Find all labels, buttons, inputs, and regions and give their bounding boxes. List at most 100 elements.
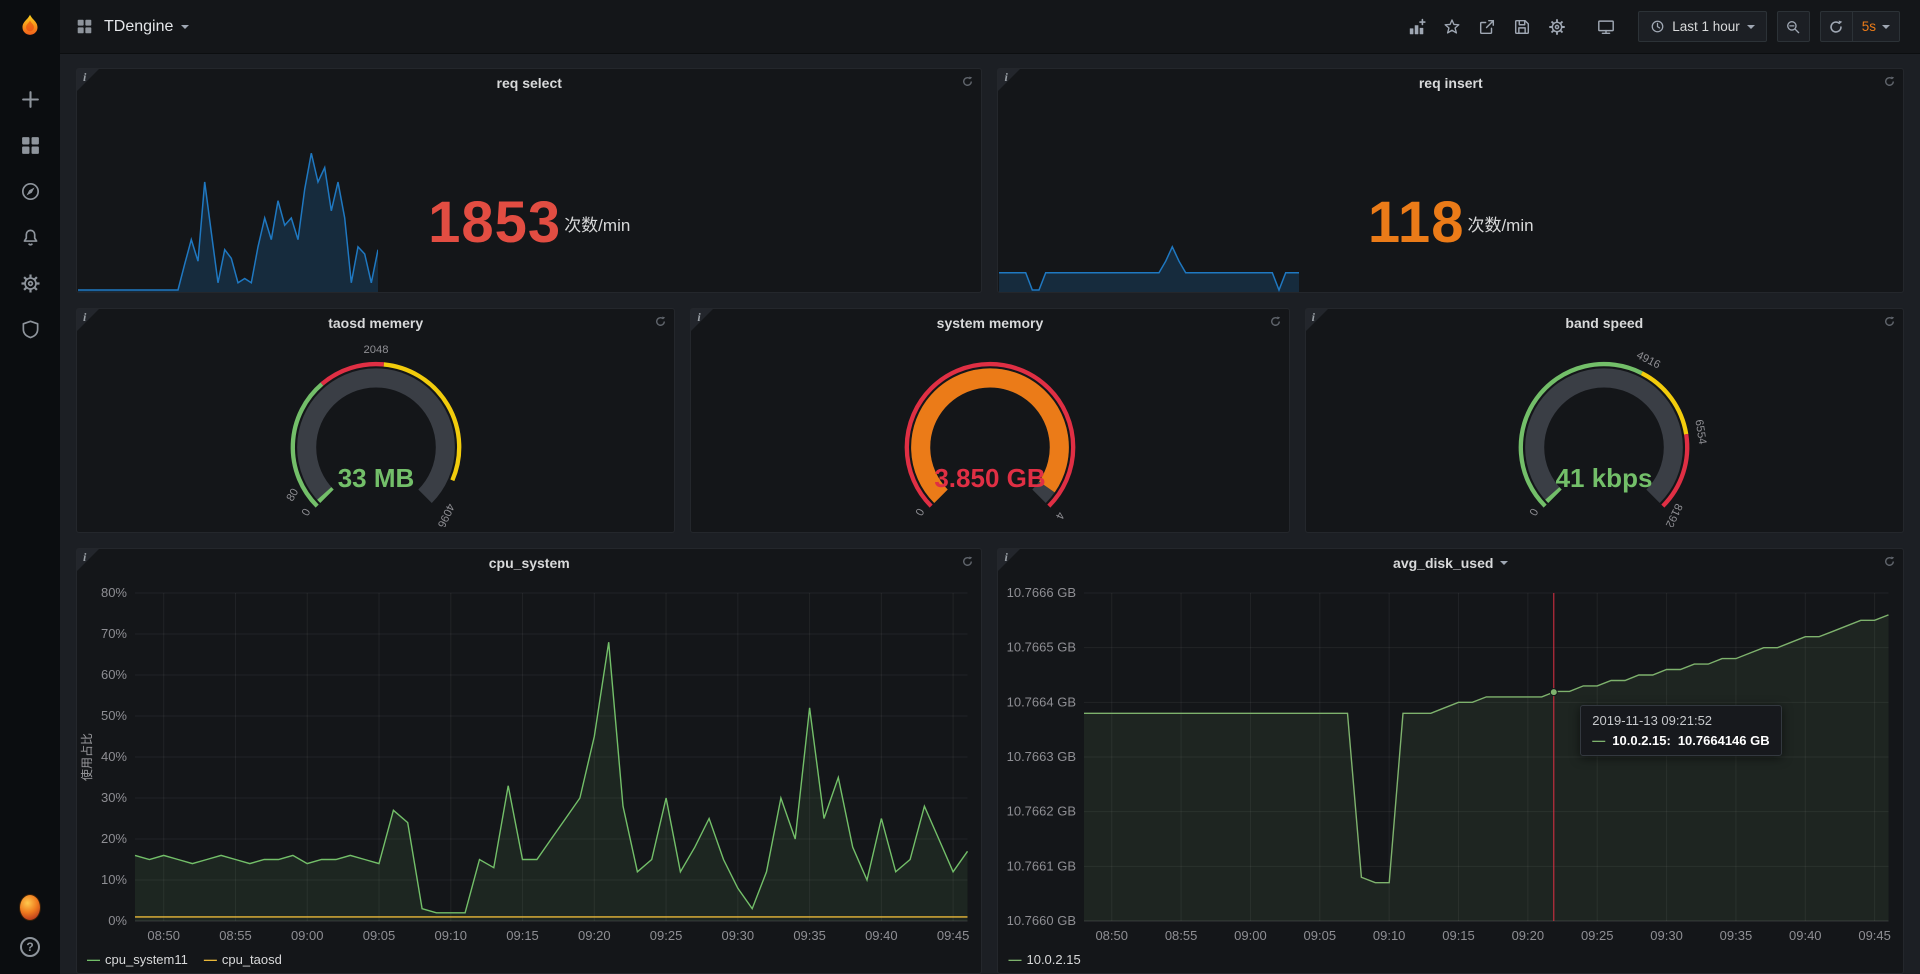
legend-item[interactable]: —cpu_taosd xyxy=(204,952,282,967)
panel-menu-caret-icon[interactable] xyxy=(1500,561,1508,565)
svg-text:0: 0 xyxy=(299,507,313,518)
panel-info-icon[interactable]: i xyxy=(77,549,99,571)
bell-icon xyxy=(20,227,41,248)
graph-legend: —cpu_system11 —cpu_taosd xyxy=(87,952,282,967)
grafana-logo[interactable] xyxy=(0,0,60,54)
gear-icon xyxy=(20,273,41,294)
panel-loading-icon xyxy=(961,75,974,88)
cycle-view-mode-button[interactable] xyxy=(1591,12,1621,42)
svg-text:09:15: 09:15 xyxy=(506,928,539,943)
svg-text:10.7660 GB: 10.7660 GB xyxy=(1007,913,1076,928)
add-panel-button[interactable] xyxy=(1402,12,1432,42)
svg-text:0: 0 xyxy=(914,507,928,518)
panel-title[interactable]: cpu_system xyxy=(489,555,570,571)
panel-info-icon[interactable]: i xyxy=(998,69,1020,91)
navbar-right: Last 1 hour 5s xyxy=(1402,11,1900,42)
sidebar-item-configuration[interactable] xyxy=(19,272,41,294)
panel-title[interactable]: avg_disk_used xyxy=(1393,555,1493,571)
panel-title[interactable]: taosd memery xyxy=(328,315,423,331)
panel-header[interactable]: system memory xyxy=(691,309,1288,337)
sidebar-item-dashboards[interactable] xyxy=(19,134,41,156)
grafana-flame-icon xyxy=(15,12,45,42)
panel-header[interactable]: taosd memery xyxy=(77,309,674,337)
sidebar-item-server-admin[interactable] xyxy=(19,318,41,340)
svg-text:08:55: 08:55 xyxy=(219,928,252,943)
share-icon xyxy=(1478,18,1496,36)
share-dashboard-button[interactable] xyxy=(1472,12,1502,42)
legend-series-label: 10.0.2.15 xyxy=(1026,952,1080,967)
cpu-system-graph[interactable]: 08:5008:5509:0009:0509:1009:1509:2009:25… xyxy=(77,577,981,949)
save-dashboard-button[interactable] xyxy=(1507,12,1537,42)
svg-text:09:05: 09:05 xyxy=(1304,928,1337,943)
panel-header[interactable]: req insert xyxy=(998,69,1903,97)
star-icon xyxy=(1443,18,1461,36)
svg-text:09:00: 09:00 xyxy=(1235,928,1268,943)
value-postfix: 次数/min xyxy=(1467,216,1533,235)
tooltip-series-marker: — xyxy=(1592,733,1605,748)
svg-text:4096: 4096 xyxy=(434,501,455,527)
panel-loading-icon xyxy=(1883,75,1896,88)
panel-header[interactable]: avg_disk_used xyxy=(998,549,1903,577)
svg-text:70%: 70% xyxy=(101,626,127,641)
compass-icon xyxy=(20,181,41,202)
dashboard-settings-button[interactable] xyxy=(1542,12,1572,42)
avg-disk-used-graph[interactable]: 08:5008:5509:0009:0509:1009:1509:2009:25… xyxy=(998,577,1903,949)
svg-text:09:10: 09:10 xyxy=(434,928,467,943)
save-icon xyxy=(1513,18,1531,36)
panel-loading-icon xyxy=(654,315,667,328)
svg-text:33 MB: 33 MB xyxy=(337,463,414,493)
sidebar-item-alerting[interactable] xyxy=(19,226,41,248)
svg-text:3.850 GB: 3.850 GB xyxy=(934,463,1045,493)
svg-text:09:10: 09:10 xyxy=(1373,928,1406,943)
panel-info-icon[interactable]: i xyxy=(77,309,99,331)
tooltip-series-label: 10.0.2.15: xyxy=(1612,733,1671,748)
zoom-out-button[interactable] xyxy=(1777,11,1810,42)
sidebar-item-profile[interactable] xyxy=(19,896,41,918)
svg-text:09:45: 09:45 xyxy=(937,928,970,943)
zoom-out-icon xyxy=(1785,19,1801,35)
time-range-picker[interactable]: Last 1 hour xyxy=(1638,11,1767,42)
svg-text:10.7664 GB: 10.7664 GB xyxy=(1007,694,1076,709)
grafana-app: ? TDengine xyxy=(0,0,1920,974)
dashboard-grid-icon xyxy=(76,18,93,35)
panel-info-icon[interactable]: i xyxy=(998,549,1020,571)
sidebar-item-help[interactable]: ? xyxy=(19,936,41,958)
legend-item[interactable]: —10.0.2.15 xyxy=(1008,952,1080,967)
help-icon: ? xyxy=(20,937,40,957)
svg-text:41 kbps: 41 kbps xyxy=(1556,463,1653,493)
svg-text:使用占比: 使用占比 xyxy=(79,733,94,781)
svg-text:10.7665 GB: 10.7665 GB xyxy=(1007,640,1076,655)
panel-info-icon[interactable]: i xyxy=(1306,309,1328,331)
panel-title[interactable]: band speed xyxy=(1565,315,1643,331)
refresh-picker: 5s xyxy=(1820,11,1900,42)
svg-text:08:50: 08:50 xyxy=(1096,928,1129,943)
sidebar-item-explore[interactable] xyxy=(19,180,41,202)
star-dashboard-button[interactable] xyxy=(1437,12,1467,42)
panel-title[interactable]: req select xyxy=(497,75,562,91)
svg-text:08:50: 08:50 xyxy=(147,928,180,943)
singlestat-value: 118次数/min xyxy=(998,189,1903,256)
refresh-button[interactable] xyxy=(1820,11,1853,42)
panel-info-icon[interactable]: i xyxy=(691,309,713,331)
gear-icon xyxy=(1548,18,1566,36)
refresh-interval-picker[interactable]: 5s xyxy=(1853,11,1900,42)
svg-text:10.7666 GB: 10.7666 GB xyxy=(1007,585,1076,600)
panel-title[interactable]: system memory xyxy=(937,315,1044,331)
legend-item[interactable]: —cpu_system11 xyxy=(87,952,188,967)
panel-taosd-memory: i taosd memery 0802048409633 MB xyxy=(76,308,675,533)
panel-loading-icon xyxy=(1883,555,1896,568)
panel-loading-icon xyxy=(1269,315,1282,328)
panel-header[interactable]: req select xyxy=(77,69,981,97)
panel-title[interactable]: req insert xyxy=(1419,75,1483,91)
panel-header[interactable]: band speed xyxy=(1306,309,1903,337)
panel-info-icon[interactable]: i xyxy=(77,69,99,91)
panel-avg-disk-used: i avg_disk_used 08:5008:5509:0009:0509:1… xyxy=(997,548,1904,974)
sidebar-item-create[interactable] xyxy=(19,88,41,110)
panel-header[interactable]: cpu_system xyxy=(77,549,981,577)
dashboard-title-button[interactable]: TDengine xyxy=(104,18,189,36)
singlestat-value: 1853次数/min xyxy=(77,189,981,256)
svg-text:09:00: 09:00 xyxy=(291,928,324,943)
svg-text:09:20: 09:20 xyxy=(1512,928,1545,943)
svg-text:0: 0 xyxy=(1528,507,1542,518)
svg-text:09:45: 09:45 xyxy=(1859,928,1892,943)
